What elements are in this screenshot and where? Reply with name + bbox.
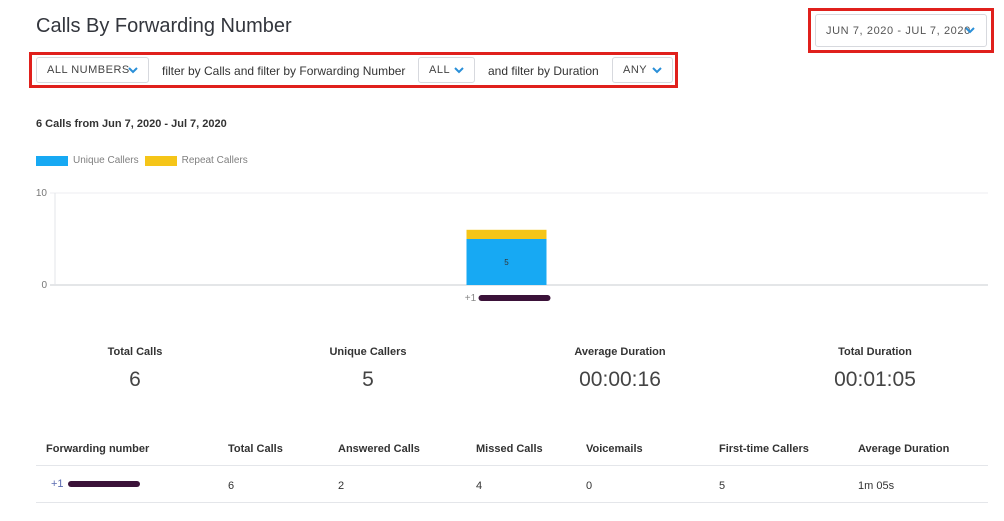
forwarding-number-prefix: +1 [51, 478, 64, 490]
stat-label: Total Calls [107, 346, 163, 358]
date-range-label: JUN 7, 2020 - JUL 7, 2020 [826, 24, 971, 37]
forwarding-filter-label: ALL [429, 64, 451, 76]
legend-swatch-repeat [144, 155, 177, 166]
column-header-forwarding-number[interactable]: Forwarding number [46, 443, 149, 455]
duration-filter-select[interactable]: ANY [612, 57, 673, 83]
cell-average-duration: 1m 05s [858, 480, 895, 492]
cell-first-time-callers: 5 [719, 480, 726, 492]
cell-answered-calls: 2 [338, 480, 345, 492]
filter-text-duration: and filter by Duration [488, 64, 599, 78]
cell-voicemails: 0 [586, 480, 593, 492]
legend-label-repeat: Repeat Callers [181, 155, 248, 166]
bar-repeat-callers [466, 229, 547, 239]
redacted-number [67, 481, 140, 488]
date-range-select[interactable]: JUN 7, 2020 - JUL 7, 2020 [815, 14, 987, 47]
cell-missed-calls: 4 [476, 480, 483, 492]
calls-chart: 0 10 5 +1 [30, 183, 990, 313]
y-tick-label: 10 [36, 188, 48, 199]
numbers-filter-label: ALL NUMBERS [47, 64, 130, 76]
numbers-filter-select[interactable]: ALL NUMBERS [36, 57, 149, 83]
chevron-down-icon [127, 64, 139, 76]
column-header-voicemails[interactable]: Voicemails [586, 443, 643, 455]
forwarding-number-filter-select[interactable]: ALL [418, 57, 475, 83]
column-header-missed-calls[interactable]: Missed Calls [476, 443, 543, 455]
y-tick-label: 0 [41, 280, 47, 291]
chevron-down-icon [964, 24, 976, 36]
stat-label: Unique Callers [329, 346, 407, 358]
chart-svg: 0 10 5 +1 [36, 188, 988, 304]
stat-average-duration: Average Duration 00:00:16 [520, 346, 720, 392]
column-header-average-duration[interactable]: Average Duration [858, 443, 949, 455]
duration-filter-label: ANY [623, 64, 648, 76]
legend-item-repeat[interactable]: Repeat Callers [144, 155, 248, 166]
cell-total-calls: 6 [228, 480, 235, 492]
filter-text-forwarding: filter by Calls and filter by Forwarding… [162, 64, 406, 78]
legend-label-unique: Unique Callers [73, 155, 139, 166]
bar-data-label: 5 [504, 258, 509, 267]
stat-total-calls: Total Calls 6 [35, 346, 235, 392]
redacted-number [478, 295, 551, 301]
page-title: Calls By Forwarding Number [36, 15, 292, 37]
stat-label: Total Duration [838, 346, 912, 358]
chevron-down-icon [651, 64, 663, 76]
column-header-answered-calls[interactable]: Answered Calls [338, 443, 420, 455]
table-header: Forwarding number Total Calls Answered C… [36, 433, 988, 466]
column-header-first-time-callers[interactable]: First-time Callers [719, 443, 809, 455]
chevron-down-icon [453, 64, 465, 76]
forwarding-number-table: Forwarding number Total Calls Answered C… [36, 433, 988, 503]
stat-total-duration: Total Duration 00:01:05 [775, 346, 975, 392]
forwarding-number-link[interactable]: +1 [51, 478, 140, 490]
legend-item-unique[interactable]: Unique Callers [36, 155, 139, 166]
stat-label: Average Duration [574, 346, 666, 358]
stat-unique-callers: Unique Callers 5 [268, 346, 468, 392]
stat-value: 5 [362, 368, 374, 391]
column-header-total-calls[interactable]: Total Calls [228, 443, 283, 455]
calls-summary: 6 Calls from Jun 7, 2020 - Jul 7, 2020 [36, 118, 227, 130]
stat-value: 00:01:05 [834, 368, 916, 391]
stat-value: 00:00:16 [579, 368, 661, 391]
legend-swatch-unique [36, 155, 68, 166]
table-row[interactable]: +1 6 2 4 0 5 1m 05s [36, 466, 988, 503]
chart-legend: Unique Callers Repeat Callers [36, 155, 254, 166]
stat-value: 6 [129, 368, 141, 391]
x-tick-label: +1 [465, 293, 477, 304]
